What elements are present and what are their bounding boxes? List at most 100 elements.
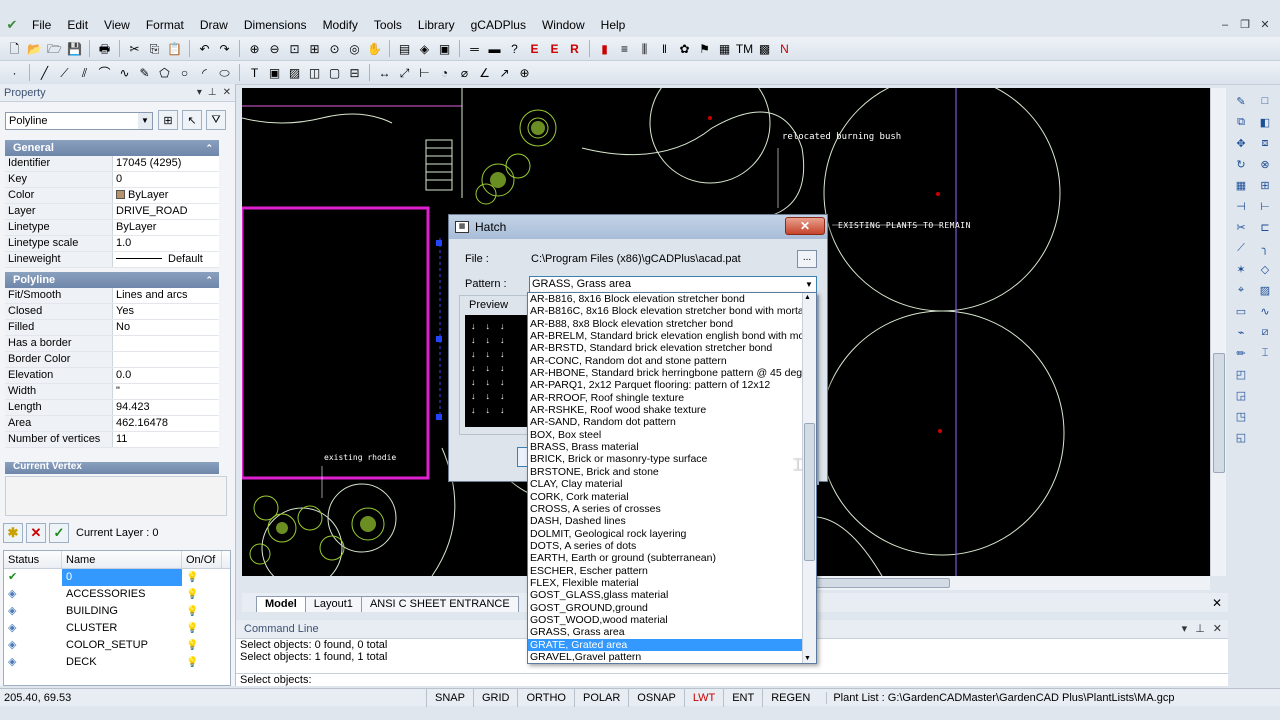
copy-icon[interactable]: ⎘	[146, 40, 163, 57]
move-icon[interactable]: ✥	[1232, 134, 1250, 152]
zoom-previous-icon[interactable]: ◎	[346, 40, 363, 57]
dialog-close-button[interactable]: ✕	[785, 217, 825, 235]
menu-draw[interactable]: Draw	[192, 14, 236, 36]
property-value[interactable]: Default	[113, 252, 219, 267]
column-status[interactable]: Status	[4, 551, 62, 568]
mirror-icon[interactable]: ◧	[1256, 113, 1274, 131]
pattern-option[interactable]: DASH, Dashed lines	[528, 515, 802, 527]
replace-text-icon[interactable]: R	[566, 40, 583, 57]
hatch-icon[interactable]: ▨	[286, 64, 303, 81]
toggle-polar[interactable]: POLAR	[574, 688, 628, 707]
text-icon[interactable]: T	[246, 64, 263, 81]
pattern-option[interactable]: AR-HBONE, Standard brick herringbone pat…	[528, 367, 802, 379]
section-general[interactable]: General ⌃	[5, 140, 219, 156]
property-value[interactable]: 0	[113, 172, 219, 187]
property-value[interactable]: Yes	[113, 304, 219, 319]
tab-layout1[interactable]: Layout1	[304, 596, 362, 612]
break-icon[interactable]: ✂	[1232, 218, 1250, 236]
layer-name[interactable]: ACCESSORIES	[62, 586, 182, 603]
property-row[interactable]: Number of vertices 11	[5, 432, 219, 448]
help-icon[interactable]: ?	[506, 40, 523, 57]
region-icon[interactable]: ◫	[306, 64, 323, 81]
set-current-icon[interactable]: ✓	[49, 523, 69, 543]
layer-row[interactable]: ◈ COLOR_SETUP 💡	[4, 637, 230, 654]
edit-block-icon[interactable]: ▭	[1232, 302, 1250, 320]
filter-icon[interactable]: ⛛	[206, 110, 226, 130]
pattern-select[interactable]: GRASS, Grass area ▼	[529, 276, 817, 293]
collapse-icon[interactable]: ⌃	[205, 140, 219, 156]
zoom-out-icon[interactable]: ⊖	[266, 40, 283, 57]
toggle-snap[interactable]: SNAP	[426, 688, 473, 707]
property-value[interactable]: Lines and arcs	[113, 288, 219, 303]
object-type-select[interactable]: Polyline ▼	[5, 112, 153, 130]
property-row[interactable]: Linetype scale 1.0	[5, 236, 219, 252]
tab-model[interactable]: Model	[256, 596, 306, 612]
menu-format[interactable]: Format	[138, 14, 192, 36]
offset-icon[interactable]: ⧈	[1256, 134, 1274, 152]
edit-spline-icon[interactable]: ∿	[1256, 302, 1274, 320]
layer-name[interactable]: COLOR_SETUP	[62, 637, 182, 654]
collapse-icon[interactable]: ⌃	[205, 272, 219, 288]
stack-icon[interactable]: ≡	[616, 40, 633, 57]
dim-baseline-icon[interactable]: ⊢	[416, 64, 433, 81]
arc-icon[interactable]: ⌒	[96, 64, 113, 81]
scroll-up-icon[interactable]: ▲	[804, 294, 811, 301]
toggle-osnap[interactable]: OSNAP	[628, 688, 684, 707]
line-icon[interactable]: ╱	[36, 64, 53, 81]
property-value[interactable]: 0.0	[113, 368, 219, 383]
pattern-option[interactable]: AR-BRSTD, Standard brick elevation stret…	[528, 342, 802, 354]
arc-3point-icon[interactable]: ◜	[196, 64, 213, 81]
block-icon[interactable]: ▢	[326, 64, 343, 81]
save-icon[interactable]: 💾	[66, 40, 83, 57]
menu-tools[interactable]: Tools	[366, 14, 410, 36]
edit-hatch-icon[interactable]: ▨	[1256, 281, 1274, 299]
legend-icon[interactable]: ▩	[756, 40, 773, 57]
polyline-icon[interactable]: ⟋	[56, 64, 73, 81]
pattern-option[interactable]: AR-RSHKE, Roof wood shake texture	[528, 404, 802, 416]
toggle-regen[interactable]: REGEN	[762, 688, 818, 707]
section-polyline[interactable]: Polyline ⌃	[5, 272, 219, 288]
freehand-icon[interactable]: ✎	[136, 64, 153, 81]
property-value[interactable]: 11	[113, 432, 219, 447]
rectangle-select-icon[interactable]: □	[1256, 92, 1274, 110]
toggle-ortho[interactable]: ORTHO	[517, 688, 574, 707]
section-current-vertex[interactable]: Current Vertex	[5, 462, 219, 474]
cut-icon[interactable]: ✂	[126, 40, 143, 57]
undo-icon[interactable]: ↶	[196, 40, 213, 57]
center-mark-icon[interactable]: ⊕	[516, 64, 533, 81]
menu-file[interactable]: File	[24, 14, 59, 36]
layer-row[interactable]: ◈ ACCESSORIES 💡	[4, 586, 230, 603]
menu-window[interactable]: Window	[534, 14, 593, 36]
send-back-icon[interactable]: ◱	[1232, 428, 1250, 446]
lightbulb-icon[interactable]: 💡	[182, 654, 222, 671]
tree-mark-icon[interactable]: TM	[736, 40, 753, 57]
toggle-grid[interactable]: GRID	[472, 688, 518, 707]
pattern-option[interactable]: DOLMIT, Geological rock layering	[528, 528, 802, 540]
property-row[interactable]: Key 0	[5, 172, 219, 188]
insert-icon[interactable]: ⊟	[346, 64, 363, 81]
circle-icon[interactable]: ○	[176, 64, 193, 81]
erase-icon[interactable]: ✎	[1232, 92, 1250, 110]
array-icon[interactable]: ▦	[1232, 176, 1250, 194]
menu-edit[interactable]: Edit	[59, 14, 96, 36]
panel-menu-icon[interactable]: ▾	[197, 84, 202, 101]
schedule-icon[interactable]: N	[776, 40, 793, 57]
dim-aligned-icon[interactable]: ⤢	[396, 64, 413, 81]
pattern-option[interactable]: AR-B816, 8x16 Block elevation stretcher …	[528, 293, 802, 305]
extend-icon[interactable]: ⊢	[1256, 197, 1274, 215]
scroll-thumb[interactable]	[1213, 353, 1225, 473]
lightbulb-icon[interactable]: 💡	[182, 637, 222, 654]
fillet-icon[interactable]: ╮	[1256, 239, 1274, 257]
layer-name[interactable]: BUILDING	[62, 603, 182, 620]
command-prompt[interactable]: Select objects:	[236, 673, 1228, 687]
zoom-extents-icon[interactable]: ⊞	[306, 40, 323, 57]
layer-front-icon[interactable]: ◰	[1232, 365, 1250, 383]
pattern-option[interactable]: GOST_GLASS,glass material	[528, 589, 802, 601]
scroll-thumb[interactable]	[804, 423, 815, 561]
zoom-in-icon[interactable]: ⊕	[246, 40, 263, 57]
edit-polyline-icon[interactable]: ⌖	[1232, 281, 1250, 299]
lightbulb-icon[interactable]: 💡	[182, 620, 222, 637]
property-value[interactable]	[113, 336, 219, 351]
layer-stack-icon[interactable]: ◈	[4, 586, 62, 603]
edit-mtext-icon[interactable]: E	[546, 40, 563, 57]
